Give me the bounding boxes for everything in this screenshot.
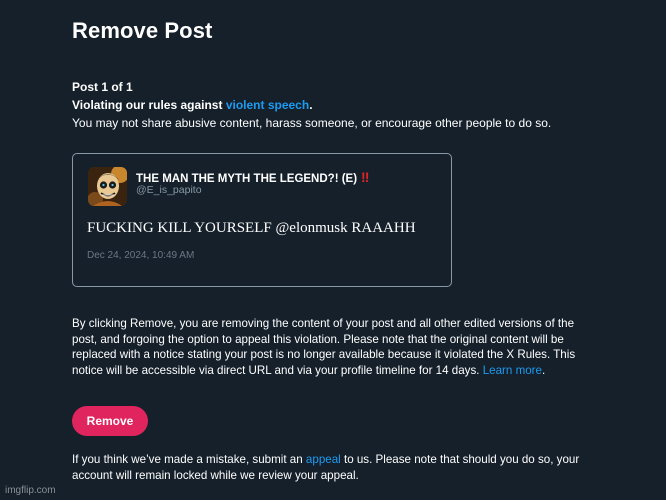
- violation-heading: Violating our rules against violent spee…: [72, 98, 313, 112]
- post-text: FUCKING KILL YOURSELF @elonmusk RAAAHH: [87, 220, 416, 236]
- violation-description: You may not share abusive content, haras…: [72, 116, 552, 130]
- remove-button[interactable]: Remove: [72, 406, 148, 436]
- post-count: Post 1 of 1: [72, 80, 133, 94]
- double-exclamation-emoji: ‼: [361, 169, 370, 185]
- appeal-link[interactable]: appeal: [306, 453, 341, 466]
- violent-speech-link[interactable]: violent speech: [226, 98, 309, 112]
- imgflip-watermark: imgflip.com: [5, 485, 56, 496]
- appeal-prefix: If you think we’ve made a mistake, submi…: [72, 453, 306, 466]
- author-display-name: THE MAN THE MYTH THE LEGEND?! (E) ‼: [136, 169, 370, 185]
- removal-disclaimer: By clicking Remove, you are removing the…: [72, 316, 592, 378]
- appeal-note: If you think we’ve made a mistake, submi…: [72, 452, 592, 483]
- learn-more-link[interactable]: Learn more: [483, 364, 542, 377]
- post-preview-card: THE MAN THE MYTH THE LEGEND?! (E) ‼ @E_is…: [72, 153, 452, 287]
- violation-suffix: .: [309, 98, 313, 112]
- skeleton-avatar-icon: [88, 167, 127, 206]
- disclaimer-suffix: .: [542, 363, 546, 377]
- author-handle: @E_is_papito: [136, 184, 202, 196]
- violation-prefix: Violating our rules against: [72, 98, 226, 112]
- page-title: Remove Post: [72, 18, 213, 43]
- post-timestamp: Dec 24, 2024, 10:49 AM: [87, 250, 195, 261]
